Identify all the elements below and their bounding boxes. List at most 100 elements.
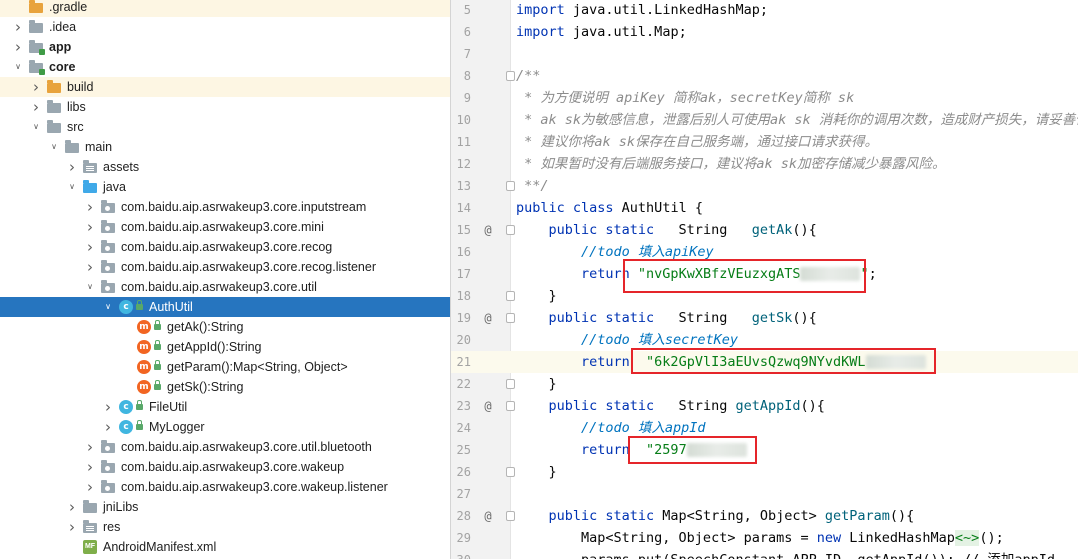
code-line[interactable]: 11 * 建议你将ak sk保存在自己服务端，通过接口请求获得。 xyxy=(451,131,1078,153)
tree-item[interactable]: › c FileUtil xyxy=(0,397,450,417)
code-line[interactable]: 16 //todo 填入apiKey xyxy=(451,241,1078,263)
fold-marker-icon[interactable] xyxy=(506,291,515,301)
code-line[interactable]: 18 } xyxy=(451,285,1078,307)
tree-item[interactable]: m getAppId():String xyxy=(0,337,450,357)
code-line[interactable]: 25 return "2597 xyxy=(451,439,1078,461)
code-line[interactable]: 22 } xyxy=(451,373,1078,395)
code-line[interactable]: 10 * ak sk为敏感信息，泄露后别人可使用ak sk 消耗你的调用次数，造… xyxy=(451,109,1078,131)
tree-item[interactable]: › .idea xyxy=(0,17,450,37)
code-line[interactable]: 27 xyxy=(451,483,1078,505)
fold-marker-icon[interactable] xyxy=(506,467,515,477)
tree-item[interactable]: ∨ main xyxy=(0,137,450,157)
tree-item[interactable]: › libs xyxy=(0,97,450,117)
annotation-gutter-icon[interactable]: @ xyxy=(481,505,495,527)
fold-marker-icon[interactable] xyxy=(506,313,515,323)
chevron-right-icon[interactable]: › xyxy=(67,157,77,177)
code-line[interactable]: 26 } xyxy=(451,461,1078,483)
code-line[interactable]: 8 /** xyxy=(451,65,1078,87)
chevron-down-icon[interactable]: ∨ xyxy=(67,177,77,197)
chevron-right-icon[interactable]: › xyxy=(31,77,41,97)
redacted-text xyxy=(865,355,926,369)
chevron-right-icon[interactable]: › xyxy=(103,397,113,417)
tree-item[interactable]: › assets xyxy=(0,157,450,177)
chevron-right-icon[interactable]: › xyxy=(85,477,95,497)
code-line[interactable]: 5 import java.util.LinkedHashMap; xyxy=(451,0,1078,21)
fold-marker-icon[interactable] xyxy=(506,181,515,191)
tree-item[interactable]: › com.baidu.aip.asrwakeup3.core.wakeup xyxy=(0,457,450,477)
code-line[interactable]: 9 * 为方便说明 apiKey 简称ak，secretKey简称 sk xyxy=(451,87,1078,109)
tree-item[interactable]: › build xyxy=(0,77,450,97)
tree-item[interactable]: m getParam():Map<String, Object> xyxy=(0,357,450,377)
code-line[interactable]: 23 @ public static String getAppId(){ xyxy=(451,395,1078,417)
tree-item[interactable]: .gradle xyxy=(0,0,450,17)
lock-icon xyxy=(154,320,161,330)
code-line[interactable]: 6 import java.util.Map; xyxy=(451,21,1078,43)
code-line[interactable]: 30 params.put(SpeechConstant.APP_ID, get… xyxy=(451,549,1078,559)
tree-item[interactable]: › app xyxy=(0,37,450,57)
code-line[interactable]: 17 return "nvGpKwXBfzVEuzxgATS "; xyxy=(451,263,1078,285)
code-line[interactable]: 12 * 如果暂时没有后端服务接口，建议将ak sk加密存储减少暴露风险。 xyxy=(451,153,1078,175)
fold-marker-icon[interactable] xyxy=(506,401,515,411)
tree-item[interactable]: MF AndroidManifest.xml xyxy=(0,537,450,557)
annotation-gutter-icon[interactable]: @ xyxy=(481,395,495,417)
code-line[interactable]: 29 Map<String, Object> params = new Link… xyxy=(451,527,1078,549)
tree-item[interactable]: › com.baidu.aip.asrwakeup3.core.recog.lis… xyxy=(0,257,450,277)
code-line[interactable]: 20 //todo 填入secretKey xyxy=(451,329,1078,351)
chevron-right-icon[interactable]: › xyxy=(85,457,95,477)
chevron-right-icon[interactable]: › xyxy=(85,257,95,277)
code-token: getAk xyxy=(751,222,793,238)
line-number: 19 xyxy=(456,311,471,325)
chevron-right-icon[interactable]: › xyxy=(67,497,77,517)
tree-item[interactable]: › res xyxy=(0,517,450,537)
code-line[interactable]: 24 //todo 填入appId xyxy=(451,417,1078,439)
code-text: public static Map<String, Object> getPar… xyxy=(516,505,915,527)
fold-marker-icon[interactable] xyxy=(506,71,515,81)
folder-icon xyxy=(29,20,43,33)
code-token: " xyxy=(860,266,869,282)
chevron-right-icon[interactable]: › xyxy=(13,17,23,37)
resource-folder-icon xyxy=(83,160,97,173)
tree-item[interactable]: › com.baidu.aip.asrwakeup3.core.wakeup.li… xyxy=(0,477,450,497)
fold-marker-icon[interactable] xyxy=(506,511,515,521)
chevron-right-icon[interactable]: › xyxy=(31,97,41,117)
fold-marker-icon[interactable] xyxy=(506,225,515,235)
chevron-down-icon[interactable]: ∨ xyxy=(13,57,23,77)
tree-item[interactable]: ∨ java xyxy=(0,177,450,197)
chevron-right-icon[interactable]: › xyxy=(85,237,95,257)
code-line[interactable]: 21 return "6k2GpVlI3aEUvsQzwq9NYvdKWL xyxy=(451,351,1078,373)
code-line[interactable]: 13 **/ xyxy=(451,175,1078,197)
fold-marker-icon[interactable] xyxy=(506,379,515,389)
code-line[interactable]: 28 @ public static Map<String, Object> ge… xyxy=(451,505,1078,527)
tree-item[interactable]: ∨ com.baidu.aip.asrwakeup3.core.util xyxy=(0,277,450,297)
lock-icon xyxy=(136,420,143,430)
code-line[interactable]: 15 @ public static String getAk(){ xyxy=(451,219,1078,241)
chevron-down-icon[interactable]: ∨ xyxy=(103,297,113,317)
tree-item[interactable]: ∨ src xyxy=(0,117,450,137)
tree-item[interactable]: › c MyLogger xyxy=(0,417,450,437)
code-line[interactable]: 19 @ public static String getSk(){ xyxy=(451,307,1078,329)
chevron-right-icon[interactable]: › xyxy=(13,37,23,57)
chevron-right-icon[interactable]: › xyxy=(85,197,95,217)
tree-item[interactable]: m getAk():String xyxy=(0,317,450,337)
chevron-down-icon[interactable]: ∨ xyxy=(31,117,41,137)
tree-item[interactable]: › com.baidu.aip.asrwakeup3.core.mini xyxy=(0,217,450,237)
chevron-right-icon[interactable]: › xyxy=(85,217,95,237)
tree-item-label: FileUtil xyxy=(149,400,188,414)
code-editor[interactable]: 5 import java.util.LinkedHashMap; 6 import … xyxy=(450,0,1078,559)
tree-item[interactable]: m getSk():String xyxy=(0,377,450,397)
tree-item[interactable]: ∨ core xyxy=(0,57,450,77)
chevron-right-icon[interactable]: › xyxy=(103,417,113,437)
chevron-right-icon[interactable]: › xyxy=(85,437,95,457)
code-line[interactable]: 7 xyxy=(451,43,1078,65)
tree-item[interactable]: › com.baidu.aip.asrwakeup3.core.inputstre… xyxy=(0,197,450,217)
annotation-gutter-icon[interactable]: @ xyxy=(481,307,495,329)
tree-item[interactable]: › com.baidu.aip.asrwakeup3.core.util.blue… xyxy=(0,437,450,457)
chevron-down-icon[interactable]: ∨ xyxy=(85,277,95,297)
tree-item[interactable]: ∨ c AuthUtil xyxy=(0,297,450,317)
annotation-gutter-icon[interactable]: @ xyxy=(481,219,495,241)
tree-item[interactable]: › jniLibs xyxy=(0,497,450,517)
code-line[interactable]: 14 public class AuthUtil { xyxy=(451,197,1078,219)
chevron-down-icon[interactable]: ∨ xyxy=(49,137,59,157)
chevron-right-icon[interactable]: › xyxy=(67,517,77,537)
tree-item[interactable]: › com.baidu.aip.asrwakeup3.core.recog xyxy=(0,237,450,257)
